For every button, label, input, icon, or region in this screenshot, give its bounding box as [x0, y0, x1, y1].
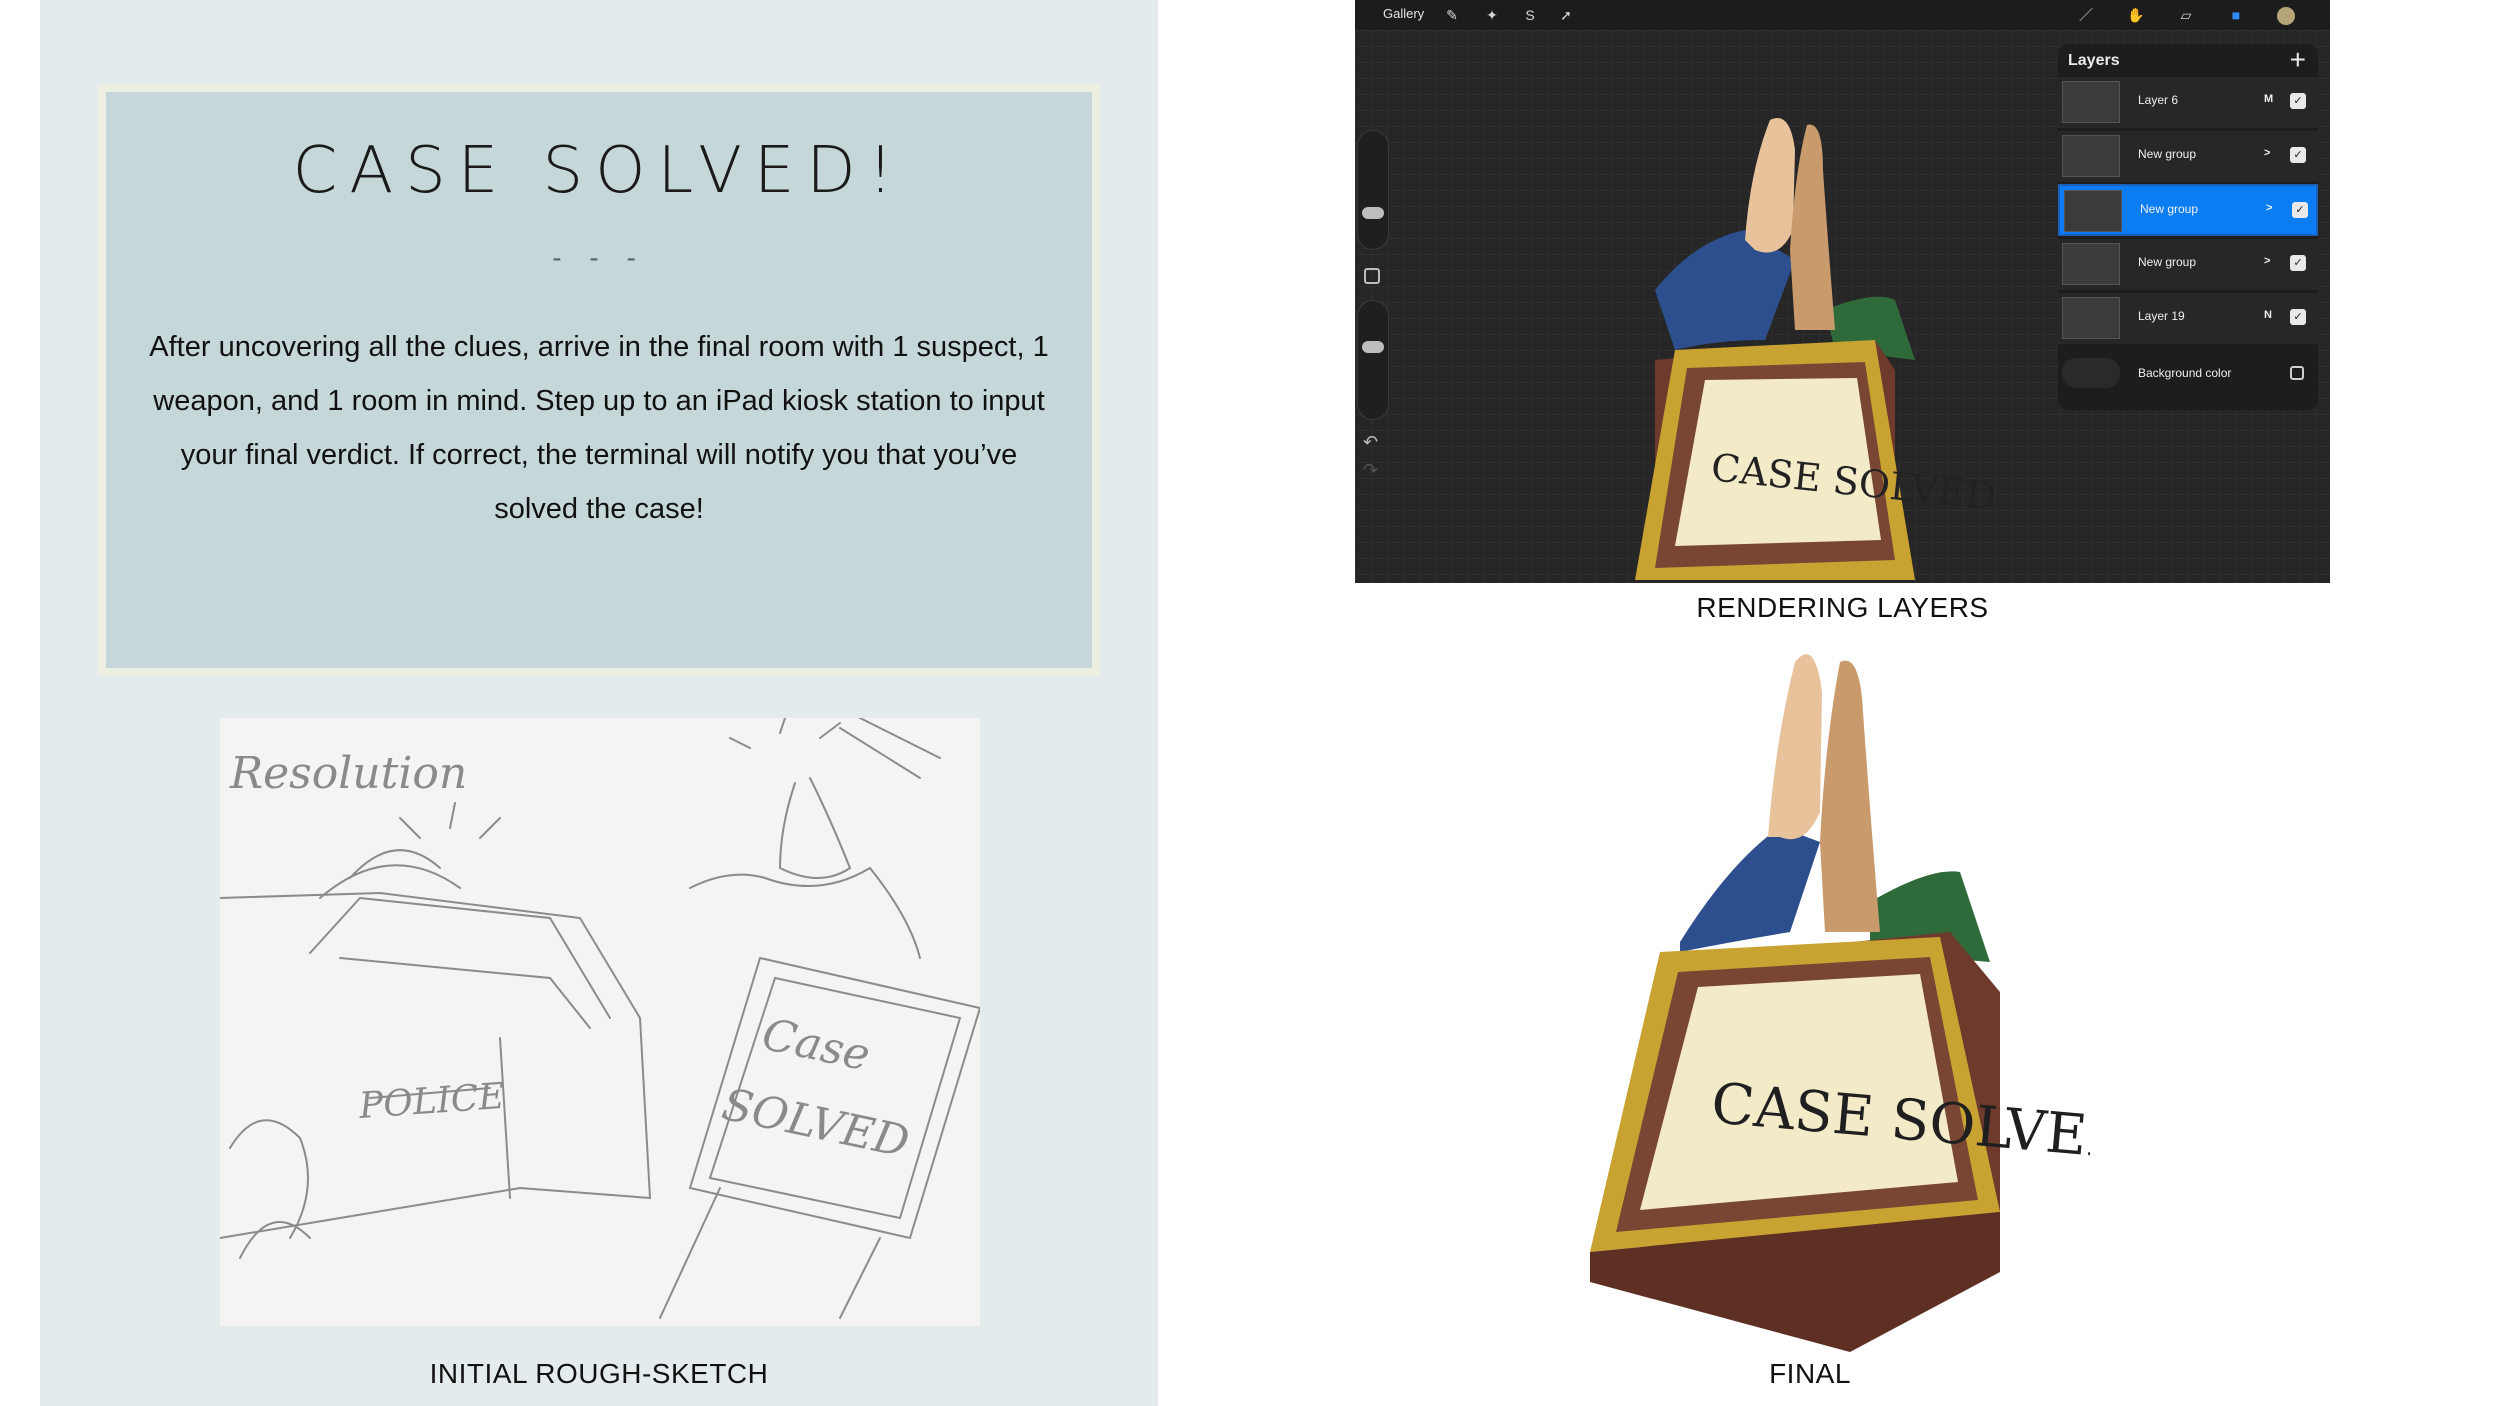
rough-sketch-image: Resolution POLICE Case SOLVED [220, 718, 980, 1326]
background-visibility-checkbox[interactable] [2290, 366, 2304, 380]
case-title: CASE SOLVED! [292, 134, 906, 208]
layer-name: Layer 6 [2138, 93, 2179, 107]
toolbar: Gallery ✎ ✦ S ➚ ／ ✋ ▱ ■ [1355, 0, 2330, 30]
opacity-knob[interactable] [1362, 341, 1384, 353]
layer-name: New group [2138, 255, 2197, 269]
layer-blend-mode[interactable]: N [2264, 309, 2272, 321]
sketch-sign-line1: Case [758, 1009, 875, 1081]
undo-icon[interactable]: ↶ [1363, 432, 1378, 453]
selection-icon[interactable]: S [1519, 4, 1541, 26]
sketch-heading: Resolution [229, 748, 467, 799]
final-caption: FINAL [1769, 1358, 1851, 1389]
color-swatch-icon[interactable] [2275, 4, 2297, 26]
modify-button[interactable] [1364, 268, 1380, 284]
layers-icon[interactable]: ■ [2225, 4, 2247, 26]
layer-visibility-checkbox[interactable]: ✓ [2290, 309, 2306, 325]
layer-row[interactable]: Layer 19 N ✓ [2058, 292, 2318, 344]
brush-size-slider[interactable] [1357, 130, 1389, 250]
layer-thumbnail[interactable] [2062, 297, 2120, 339]
background-swatch[interactable] [2062, 358, 2120, 388]
layer-row[interactable]: New group > ✓ [2058, 130, 2318, 182]
layer-thumbnail[interactable] [2062, 135, 2120, 177]
final-artwork: CASE SOLVED [1530, 632, 2134, 1362]
magic-wand-icon[interactable]: ✦ [1481, 4, 1503, 26]
layer-thumbnail[interactable] [2062, 243, 2120, 285]
add-layer-button[interactable]: + [2290, 44, 2306, 76]
layers-caption: RENDERING LAYERS [1696, 592, 1989, 623]
procreate-screenshot: Gallery ✎ ✦ S ➚ ／ ✋ ▱ ■ ↶ ↷ CASE SOLVED … [1355, 0, 2330, 583]
layer-thumbnail[interactable] [2064, 190, 2122, 232]
redo-icon[interactable]: ↷ [1363, 460, 1378, 481]
left-panel: CASE SOLVED! - - - After uncovering all … [40, 0, 1158, 1406]
case-card: CASE SOLVED! - - - After uncovering all … [98, 84, 1100, 676]
layer-visibility-checkbox[interactable]: ✓ [2290, 93, 2306, 109]
brush-icon[interactable]: ／ [2075, 4, 2097, 26]
layer-visibility-checkbox[interactable]: ✓ [2290, 147, 2306, 163]
gallery-button[interactable]: Gallery [1383, 6, 1424, 21]
layer-thumbnail[interactable] [2062, 81, 2120, 123]
case-description: After uncovering all the clues, arrive i… [149, 331, 1049, 525]
transform-icon[interactable]: ➚ [1555, 4, 1577, 26]
background-color-row[interactable]: Background color [2058, 354, 2318, 394]
layer-blend-mode[interactable]: > [2264, 255, 2270, 267]
wrench-icon[interactable]: ✎ [1441, 4, 1463, 26]
layer-row[interactable]: New group > ✓ [2058, 184, 2318, 236]
opacity-slider[interactable] [1357, 300, 1389, 420]
layer-name: New group [2140, 202, 2199, 216]
canvas-artwork: CASE SOLVED [1635, 118, 1998, 580]
layer-visibility-checkbox[interactable]: ✓ [2292, 202, 2308, 218]
layer-row[interactable]: Layer 6 M ✓ [2058, 76, 2318, 128]
sketch-sign-line2: SOLVED [718, 1079, 914, 1168]
sketch-caption: INITIAL ROUGH-SKETCH [429, 1358, 769, 1389]
layer-name: Layer 19 [2138, 309, 2185, 323]
brush-size-knob[interactable] [1362, 207, 1384, 219]
title-divider: - - - [552, 242, 646, 273]
layer-visibility-checkbox[interactable]: ✓ [2290, 255, 2306, 271]
eraser-icon[interactable]: ▱ [2175, 4, 2197, 26]
layers-panel: Layers + Layer 6 M ✓ New group > ✓ New group > ✓… [2058, 44, 2318, 410]
layer-blend-mode[interactable]: > [2264, 147, 2270, 159]
layers-title: Layers [2068, 52, 2120, 69]
smudge-icon[interactable]: ✋ [2125, 4, 2147, 26]
background-color-label: Background color [2138, 366, 2232, 380]
layer-blend-mode[interactable]: M [2264, 93, 2273, 105]
sketch-police-text: POLICE [357, 1076, 506, 1127]
layer-row[interactable]: New group > ✓ [2058, 238, 2318, 290]
layer-name: New group [2138, 147, 2197, 161]
layer-blend-mode[interactable]: > [2266, 202, 2272, 214]
